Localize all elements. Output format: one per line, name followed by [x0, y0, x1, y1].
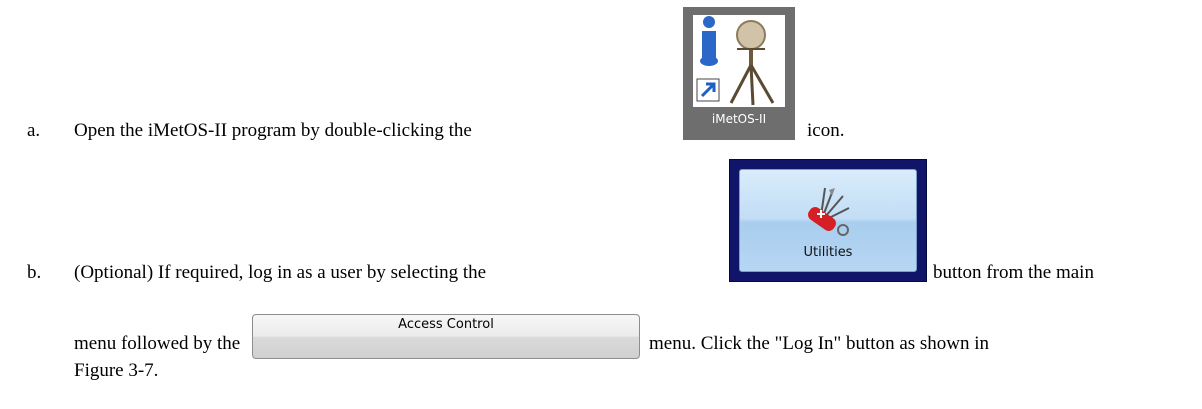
imetos-desktop-icon[interactable]: iMetOS-II — [683, 7, 795, 140]
imetos-app-icon — [693, 15, 785, 107]
access-control-button[interactable]: Access Control — [252, 314, 640, 359]
swiss-army-knife-icon — [808, 187, 850, 236]
item-b-line3-text: Figure 3-7. — [74, 360, 159, 381]
item-b-line2-text-after: menu. Click the "Log In" button as shown… — [649, 333, 990, 354]
item-a-marker: a. — [27, 120, 41, 141]
utilities-button-label: Utilities — [803, 245, 853, 260]
utilities-button[interactable]: Utilities — [739, 169, 917, 272]
access-control-button-label: Access Control — [398, 317, 494, 332]
imetos-icon-caption: iMetOS-II — [711, 112, 767, 126]
item-b-line2-text: menu followed by the — [74, 333, 241, 354]
item-b-marker: b. — [27, 262, 42, 283]
utilities-button-frame: Utilities — [729, 159, 927, 282]
item-a-text-after: icon. — [807, 120, 845, 141]
item-a-text: Open the iMetOS-II program by double-cli… — [74, 120, 472, 141]
item-b-text-after: button from the main — [933, 262, 1094, 283]
item-b-text: (Optional) If required, log in as a user… — [74, 262, 487, 283]
